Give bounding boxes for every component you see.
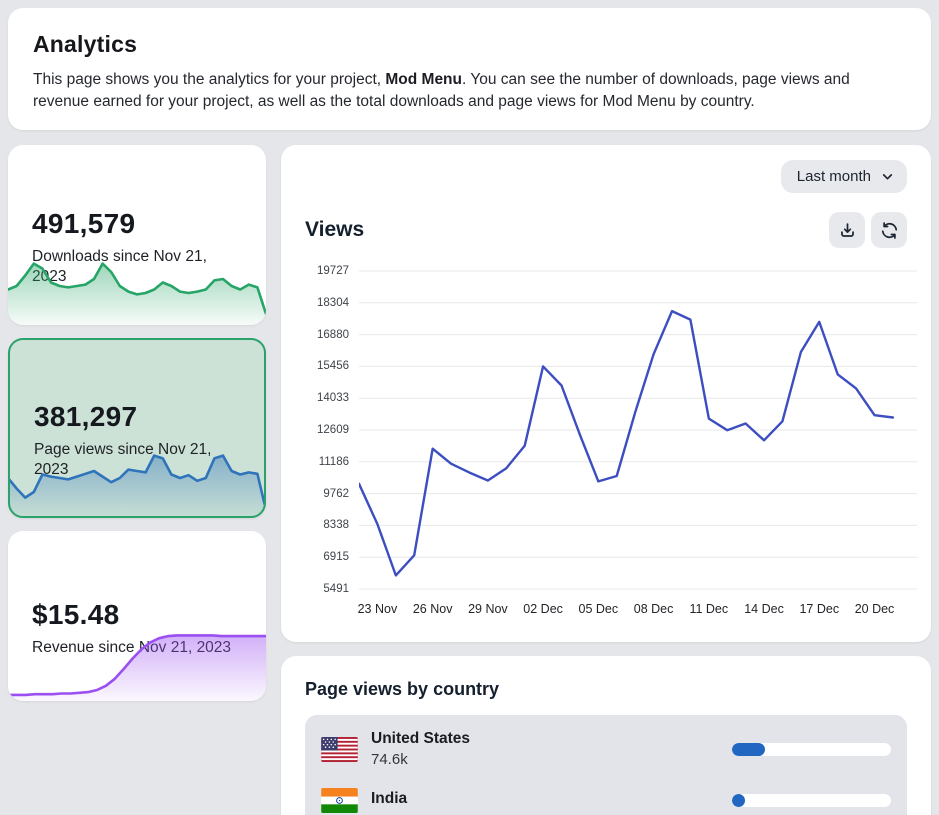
y-tick-label: 5491 [323,583,349,595]
country-panel-title: Page views by country [305,679,907,700]
chevron-down-icon [881,170,894,183]
page-views-sparkline [8,439,266,517]
country-name: United States [371,730,470,748]
downloads-sparkline [8,247,266,325]
country-info: United States 74.6k [371,730,470,768]
india-flag [321,788,358,813]
country-value: 74.6k [371,751,470,768]
y-tick-label: 16880 [317,329,349,341]
country-progress-fill [732,743,765,756]
download-icon [838,221,857,240]
range-selector-label: Last month [797,168,871,185]
x-tick-label: 11 Dec [689,602,728,616]
analytics-page: Analytics This page shows you the analyt… [0,0,939,815]
project-name: Mod Menu [385,71,462,88]
views-panel: Last month Views [281,145,931,642]
description-text-1: This page shows you the analytics for yo… [33,71,385,88]
views-line-chart [359,264,917,596]
y-tick-label: 14033 [317,392,349,404]
country-progress-track [732,794,891,807]
main-column: Last month Views [281,145,931,815]
x-tick-label: 02 Dec [523,602,563,616]
x-tick-label: 14 Dec [744,602,784,616]
country-progress-track [732,743,891,756]
x-tick-label: 26 Nov [413,602,453,616]
refresh-button[interactable] [871,212,907,248]
y-tick-label: 12609 [317,424,349,436]
x-tick-label: 20 Dec [855,602,895,616]
chart-plot-area: 23 Nov 26 Nov 29 Nov 02 Dec 05 Dec 08 Dec 11 D… [359,264,917,622]
download-button[interactable] [829,212,865,248]
x-tick-label: 05 Dec [579,602,619,616]
country-progress-fill [732,794,745,807]
y-tick-label: 6915 [323,551,349,563]
page-description: This page shows you the analytics for yo… [33,69,906,113]
us-flag [321,737,358,762]
country-info: India [371,790,407,811]
x-tick-label: 08 Dec [634,602,674,616]
country-row-india: India [321,778,891,815]
y-tick-label: 19727 [317,265,349,277]
views-chart: 19727 18304 16880 15456 14033 12609 11186 9762 8… [305,264,917,622]
refresh-icon [880,221,899,240]
stat-card-page-views[interactable]: 381,297 Page views since Nov 21, 2023 [8,338,266,518]
y-tick-label: 9762 [323,488,349,500]
country-row-united-states: United States 74.6k [321,720,891,778]
revenue-sparkline [8,623,266,701]
range-row: Last month [305,160,907,193]
y-tick-label: 15456 [317,360,349,372]
chart-x-axis: 23 Nov 26 Nov 29 Nov 02 Dec 05 Dec 08 Dec 11 D… [359,602,917,622]
y-tick-label: 8338 [323,519,349,531]
x-tick-label: 23 Nov [358,602,398,616]
country-name: India [371,790,407,808]
views-header-row: Views [305,212,907,248]
page-views-value: 381,297 [34,401,240,433]
chart-y-axis: 19727 18304 16880 15456 14033 12609 11186 9762 8… [305,264,359,596]
stat-card-downloads[interactable]: 491,579 Downloads since Nov 21, 2023 [8,145,266,325]
x-tick-label: 29 Nov [468,602,508,616]
content-row: 491,579 Downloads since Nov 21, 2023 381… [8,145,931,815]
chart-actions [829,212,907,248]
country-panel: Page views by country [281,656,931,815]
y-tick-label: 18304 [317,297,349,309]
stat-card-revenue[interactable]: $15.48 Revenue since Nov 21, 2023 [8,531,266,701]
country-list: United States 74.6k [305,715,907,815]
page-title: Analytics [33,31,906,58]
range-selector[interactable]: Last month [781,160,907,193]
views-title: Views [305,218,364,242]
stats-column: 491,579 Downloads since Nov 21, 2023 381… [8,145,266,701]
downloads-value: 491,579 [32,208,242,240]
header-card: Analytics This page shows you the analyt… [8,8,931,130]
x-tick-label: 17 Dec [799,602,839,616]
y-tick-label: 11186 [319,456,349,468]
